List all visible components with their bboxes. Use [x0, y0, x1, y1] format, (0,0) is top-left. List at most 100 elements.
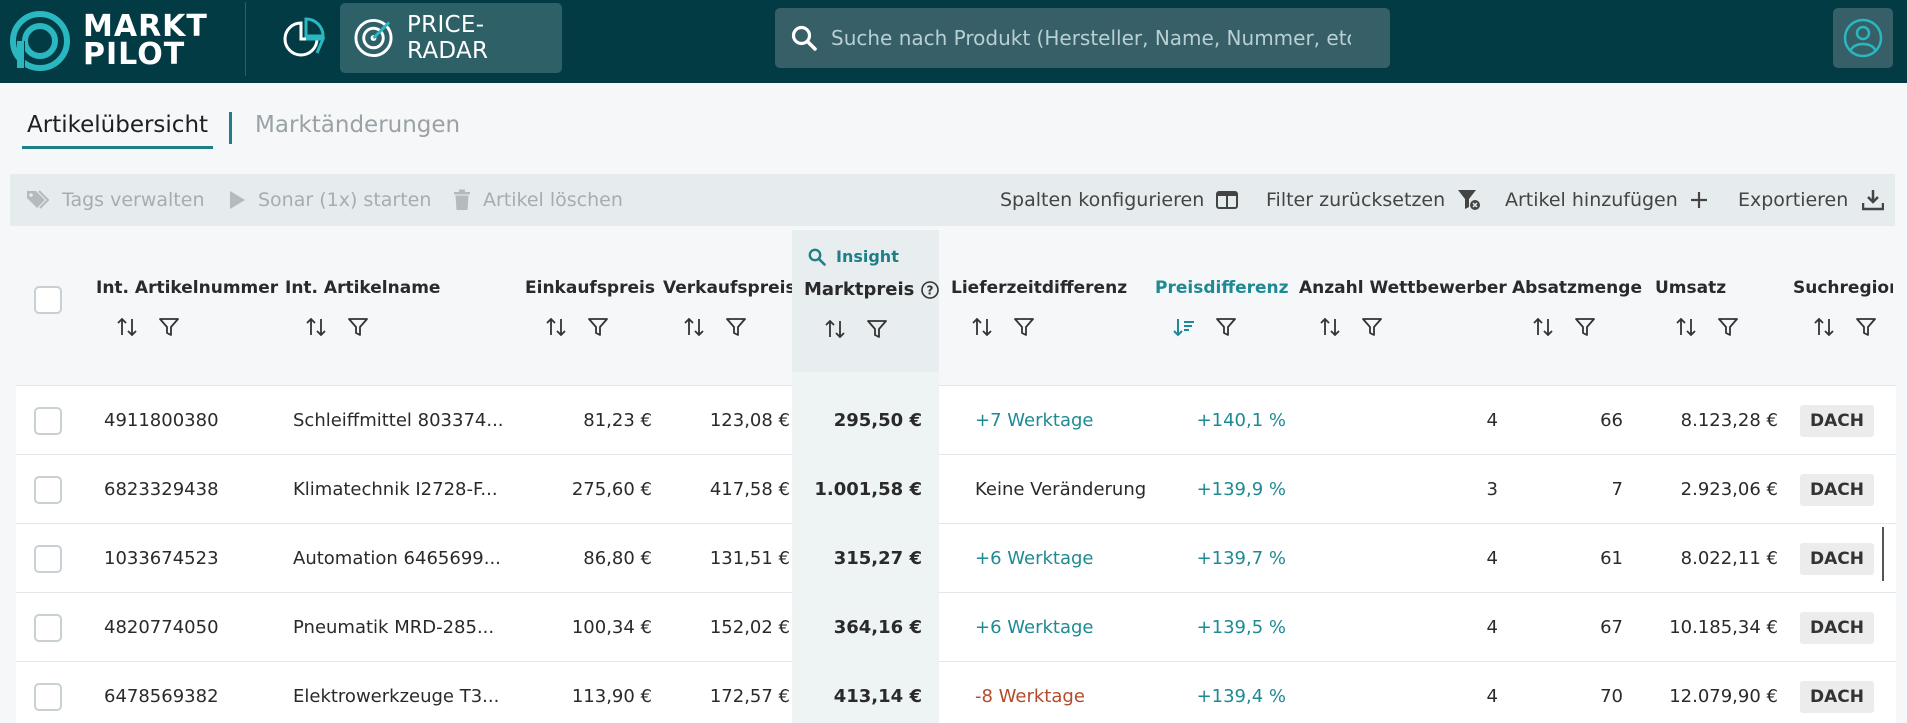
column-label: Umsatz [1655, 278, 1727, 298]
column-controls [824, 318, 888, 340]
cell-artname: Schleiffmittel 803374... [293, 410, 504, 431]
cell-lzd: +6 Werktage [975, 617, 1094, 638]
row-checkbox[interactable] [34, 682, 62, 711]
marktpilot-logo[interactable]: MARKT PILOT [9, 8, 208, 74]
tag-icon [27, 190, 50, 209]
column-controls-sorted [1173, 316, 1237, 338]
pie-chart-icon[interactable] [281, 15, 327, 61]
manage-tags-button[interactable]: Tags verwalten [26, 174, 205, 226]
delete-article-button[interactable]: Artikel löschen [453, 174, 623, 226]
sort-icon[interactable] [116, 316, 138, 338]
row-select-cell [34, 662, 68, 723]
cell-mp: 315,27 € [792, 524, 939, 593]
column-label: Anzahl Wettbewerber [1299, 278, 1507, 298]
filter-icon[interactable] [725, 316, 747, 338]
sort-icon[interactable] [1813, 316, 1835, 338]
user-profile-button[interactable] [1833, 8, 1893, 68]
search-input[interactable] [831, 26, 1351, 50]
sort-descending-icon[interactable] [1173, 316, 1195, 338]
table-row[interactable]: 6823329438 Klimatechnik I2728-F... 275,60 … [16, 455, 1896, 524]
tab-marktaenderungen[interactable]: Marktänderungen [250, 112, 465, 146]
cell-abs: 61 [1600, 548, 1623, 569]
select-all-checkbox[interactable] [34, 286, 62, 314]
cell-suchregion: DACH [1800, 386, 1890, 455]
row-checkbox[interactable] [34, 406, 62, 435]
add-article-label: Artikel hinzufügen [1505, 189, 1678, 211]
filter-icon[interactable] [1574, 316, 1596, 338]
row-select-cell [34, 386, 68, 455]
header-divider [245, 2, 246, 76]
cell-suchregion: DACH [1800, 524, 1890, 593]
region-badge: DACH [1800, 611, 1874, 644]
column-label: Int. Artikelname [285, 278, 441, 298]
filter-icon[interactable] [158, 316, 180, 338]
cell-artname: Elektrowerkzeuge T3... [293, 686, 500, 707]
filter-icon[interactable] [587, 316, 609, 338]
reset-filter-button[interactable]: Filter zurücksetzen [1266, 174, 1481, 226]
filter-icon[interactable] [1855, 316, 1877, 338]
sort-icon[interactable] [545, 316, 567, 338]
sort-icon[interactable] [971, 316, 993, 338]
sort-icon[interactable] [305, 316, 327, 338]
table-row[interactable]: 4820774050 Pneumatik MRD-285... 100,34 € 15… [16, 593, 1896, 662]
cell-artname: Pneumatik MRD-285... [293, 617, 495, 638]
plus-icon [1690, 192, 1707, 208]
table-row[interactable]: 1033674523 Automation 6465699... 86,80 € 13… [16, 524, 1896, 593]
filter-reset-icon [1458, 190, 1481, 210]
cell-mp: 295,50 € [792, 386, 939, 455]
row-select-cell [34, 524, 68, 593]
filter-icon[interactable] [1717, 316, 1739, 338]
cell-lzd: -8 Werktage [975, 686, 1085, 707]
manage-tags-label: Tags verwalten [62, 189, 205, 211]
start-sonar-label: Sonar (1x) starten [258, 189, 432, 211]
cell-vk: 123,08 € [709, 410, 790, 431]
sort-icon[interactable] [1532, 316, 1554, 338]
marktpilot-logo-icon [10, 11, 70, 71]
row-select-cell [34, 593, 68, 662]
add-article-button[interactable]: Artikel hinzufügen [1505, 174, 1708, 226]
table-row[interactable]: 4911800380 Schleiffmittel 803374... 81,23 … [16, 386, 1896, 455]
row-checkbox[interactable] [34, 475, 62, 504]
region-badge: DACH [1800, 542, 1874, 575]
radar-icon [354, 18, 393, 58]
nav-price-radar[interactable]: PRICE-RADAR [340, 3, 562, 73]
cell-suchregion: DACH [1800, 455, 1890, 524]
column-controls [1813, 316, 1877, 338]
cell-ums: 8.123,28 € [1680, 410, 1778, 431]
column-verkaufspreis: Verkaufspreis [663, 230, 796, 372]
sort-icon[interactable] [683, 316, 705, 338]
help-icon[interactable]: ? [920, 280, 940, 300]
configure-columns-button[interactable]: Spalten konfigurieren [1000, 174, 1239, 226]
filter-icon[interactable] [1013, 316, 1035, 338]
column-artikelnummer: Int. Artikelnummer [96, 230, 278, 372]
filter-icon[interactable] [1361, 316, 1383, 338]
insight-badge[interactable]: Insight [808, 247, 899, 266]
filter-icon[interactable] [1215, 316, 1237, 338]
sort-icon[interactable] [824, 318, 846, 340]
column-suchregion: Suchregion [1793, 230, 1893, 372]
export-button[interactable]: Exportieren [1738, 174, 1885, 226]
start-sonar-button[interactable]: Sonar (1x) starten [228, 174, 431, 226]
marktpreis-header: Marktpreis ? [804, 279, 940, 300]
search-bar[interactable] [775, 8, 1390, 68]
table-row[interactable]: 6478569382 Elektrowerkzeuge T3... 113,90 €… [16, 662, 1896, 723]
row-checkbox[interactable] [34, 613, 62, 642]
cell-artnr: 4911800380 [104, 410, 219, 431]
cell-suchregion: DACH [1800, 662, 1890, 723]
cell-artnr: 1033674523 [104, 548, 219, 569]
columns-icon [1216, 191, 1239, 209]
scrollbar-thumb[interactable] [1882, 527, 1884, 581]
cell-ums: 10.185,34 € [1669, 617, 1778, 638]
row-checkbox[interactable] [34, 544, 62, 573]
cell-artname: Klimatechnik I2728-F... [293, 479, 498, 500]
logo-wordmark: MARKT PILOT [83, 12, 208, 70]
filter-icon[interactable] [866, 318, 888, 340]
filter-icon[interactable] [347, 316, 369, 338]
tab-artikeluebersicht[interactable]: Artikelübersicht [22, 112, 214, 149]
column-label: Absatzmenge [1512, 278, 1642, 298]
sort-icon[interactable] [1319, 316, 1341, 338]
sort-icon[interactable] [1675, 316, 1697, 338]
select-all-column [32, 230, 72, 372]
region-badge: DACH [1800, 473, 1874, 506]
cell-lzd: +7 Werktage [975, 410, 1094, 431]
